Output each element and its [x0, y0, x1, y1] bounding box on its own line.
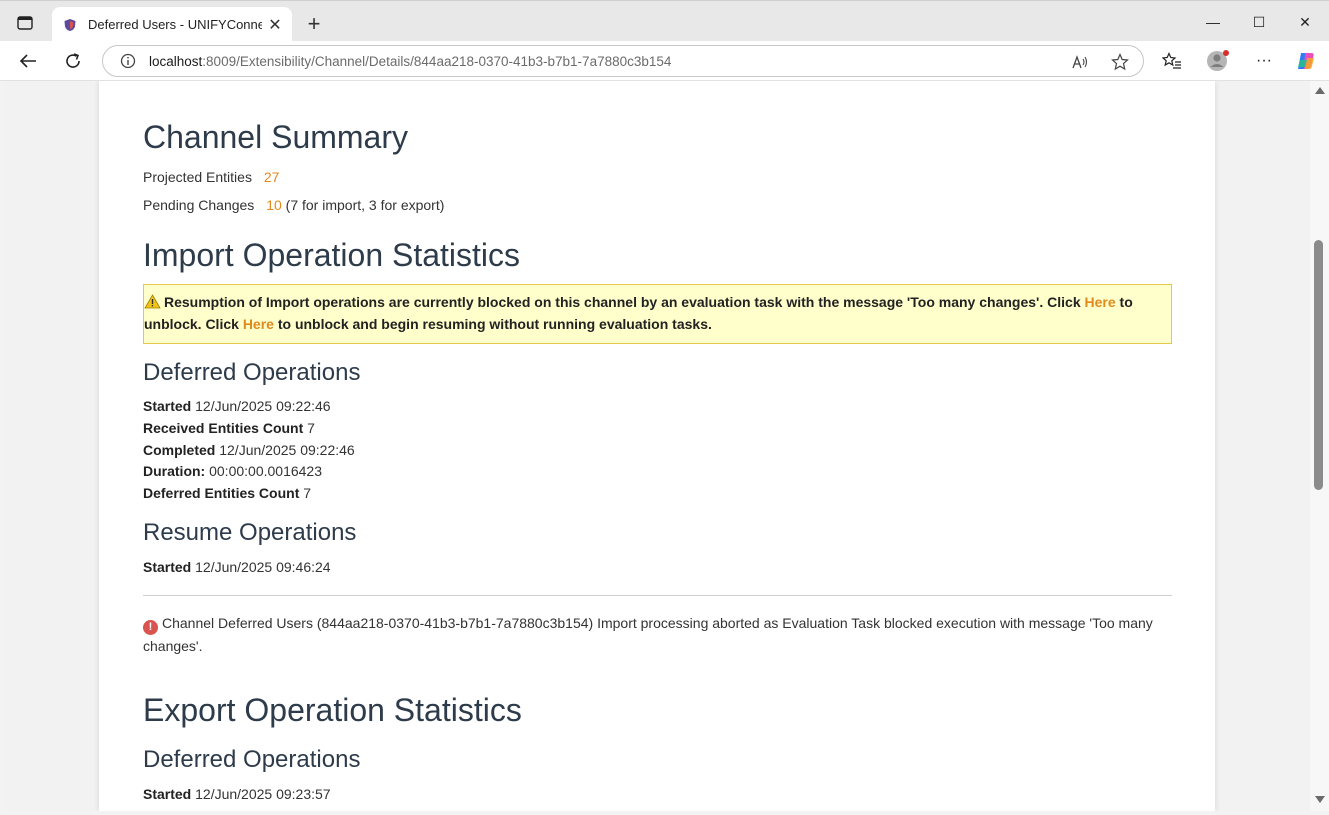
arrow-left-icon	[19, 54, 36, 68]
resume-started-label: Started	[143, 559, 192, 575]
import-blocked-warning: Resumption of Import operations are curr…	[143, 284, 1172, 344]
unify-favicon-icon	[62, 17, 78, 33]
resume-started-value: 12/Jun/2025 09:46:24	[195, 559, 331, 575]
error-message-text: Channel Deferred Users (844aa218-0370-41…	[143, 615, 1153, 654]
browser-tab[interactable]: Deferred Users - UNIFYConnect ✕	[52, 7, 292, 42]
completed-row: Completed 12/Jun/2025 09:22:46	[143, 442, 355, 458]
page-scrollbar[interactable]	[1310, 81, 1329, 811]
channel-summary-heading: Channel Summary	[143, 119, 408, 155]
warning-text-3: to unblock and begin resuming without ru…	[273, 316, 712, 332]
duration-value: 00:00:00.0016423	[209, 463, 322, 479]
tab-actions-button[interactable]	[10, 9, 40, 37]
deferred-count-label: Deferred Entities Count	[143, 485, 300, 501]
content-panel: Channel Summary Projected Entities 27 Pe…	[99, 81, 1215, 811]
url-host: localhost	[149, 53, 203, 69]
projected-entities-label: Projected Entities	[143, 169, 252, 185]
export-started-row: Started 12/Jun/2025 09:23:57	[143, 786, 331, 802]
section-divider	[143, 595, 1172, 596]
resume-started-row: Started 12/Jun/2025 09:46:24	[143, 559, 331, 575]
favorites-list-icon	[1162, 52, 1181, 69]
projected-entities-value: 27	[263, 169, 280, 185]
pending-changes-value: 10	[266, 197, 282, 213]
export-stats-heading: Export Operation Statistics	[143, 692, 522, 728]
scroll-down-arrow-icon[interactable]	[1315, 796, 1325, 803]
pending-changes-detail: (7 for import, 3 for export)	[285, 197, 445, 213]
pending-changes-label: Pending Changes	[143, 197, 255, 213]
copilot-icon	[1298, 53, 1314, 69]
scroll-thumb[interactable]	[1314, 240, 1323, 490]
export-deferred-heading: Deferred Operations	[143, 746, 361, 773]
page-viewport: Channel Summary Projected Entities 27 Pe…	[5, 81, 1310, 811]
export-started-value: 12/Jun/2025 09:23:57	[195, 786, 331, 802]
projected-entities-row: Projected Entities 27	[143, 169, 279, 185]
scroll-up-arrow-icon[interactable]	[1315, 87, 1325, 94]
completed-value: 12/Jun/2025 09:22:46	[219, 442, 355, 458]
completed-label: Completed	[143, 442, 216, 458]
duration-label: Duration:	[143, 463, 206, 479]
started-value: 12/Jun/2025 09:22:46	[195, 398, 331, 414]
received-count-row: Received Entities Count 7	[143, 420, 315, 436]
unblock-link[interactable]: Here	[1085, 294, 1116, 310]
deferred-count-row: Deferred Entities Count 7	[143, 485, 311, 501]
browser-toolbar: localhost:8009/Extensibility/Channel/Det…	[0, 41, 1329, 81]
duration-row: Duration: 00:00:00.0016423	[143, 463, 322, 479]
new-tab-button[interactable]: +	[300, 10, 328, 38]
pending-changes-row: Pending Changes 10 (7 for import, 3 for …	[143, 197, 444, 213]
received-count-label: Received Entities Count	[143, 420, 304, 436]
error-circle-icon: !	[143, 620, 158, 635]
refresh-button[interactable]	[57, 46, 89, 76]
maximize-button[interactable]: ☐	[1236, 7, 1282, 37]
favorites-button[interactable]	[1156, 46, 1188, 76]
avatar-icon	[1207, 50, 1229, 71]
unblock-resume-link[interactable]: Here	[243, 316, 274, 332]
sidebar-icon	[17, 16, 33, 30]
tab-title: Deferred Users - UNIFYConnect	[88, 17, 262, 32]
minimize-button[interactable]: —	[1190, 7, 1236, 37]
favorite-star-icon[interactable]	[1107, 51, 1133, 73]
import-deferred-heading: Deferred Operations	[143, 359, 361, 386]
url-text: localhost:8009/Extensibility/Channel/Det…	[149, 54, 671, 69]
address-bar[interactable]: localhost:8009/Extensibility/Channel/Det…	[102, 45, 1144, 77]
url-path: :8009/Extensibility/Channel/Details/844a…	[202, 53, 672, 69]
refresh-icon	[66, 53, 80, 68]
tab-bar: Deferred Users - UNIFYConnect ✕ + — ☐ ✕	[0, 0, 1329, 42]
export-started-label: Started	[143, 786, 192, 802]
import-started-row: Started 12/Jun/2025 09:22:46	[143, 398, 331, 414]
started-label: Started	[143, 398, 192, 414]
site-info-icon[interactable]	[119, 52, 137, 70]
back-button[interactable]	[12, 46, 44, 76]
warning-text-1: Resumption of Import operations are curr…	[164, 294, 1085, 310]
import-stats-heading: Import Operation Statistics	[143, 237, 521, 273]
deferred-count-value: 7	[303, 485, 312, 501]
more-options-button[interactable]: ···	[1248, 46, 1280, 76]
tab-close-icon[interactable]: ✕	[262, 12, 288, 38]
profile-button[interactable]	[1202, 46, 1234, 76]
close-window-button[interactable]: ✕	[1282, 7, 1328, 37]
import-error-message: ! Channel Deferred Users (844aa218-0370-4…	[143, 612, 1172, 657]
read-aloud-icon[interactable]	[1067, 51, 1093, 73]
copilot-button[interactable]	[1290, 46, 1322, 76]
resume-operations-heading: Resume Operations	[143, 519, 357, 546]
warning-triangle-icon	[144, 294, 161, 309]
received-count-value: 7	[307, 420, 315, 436]
